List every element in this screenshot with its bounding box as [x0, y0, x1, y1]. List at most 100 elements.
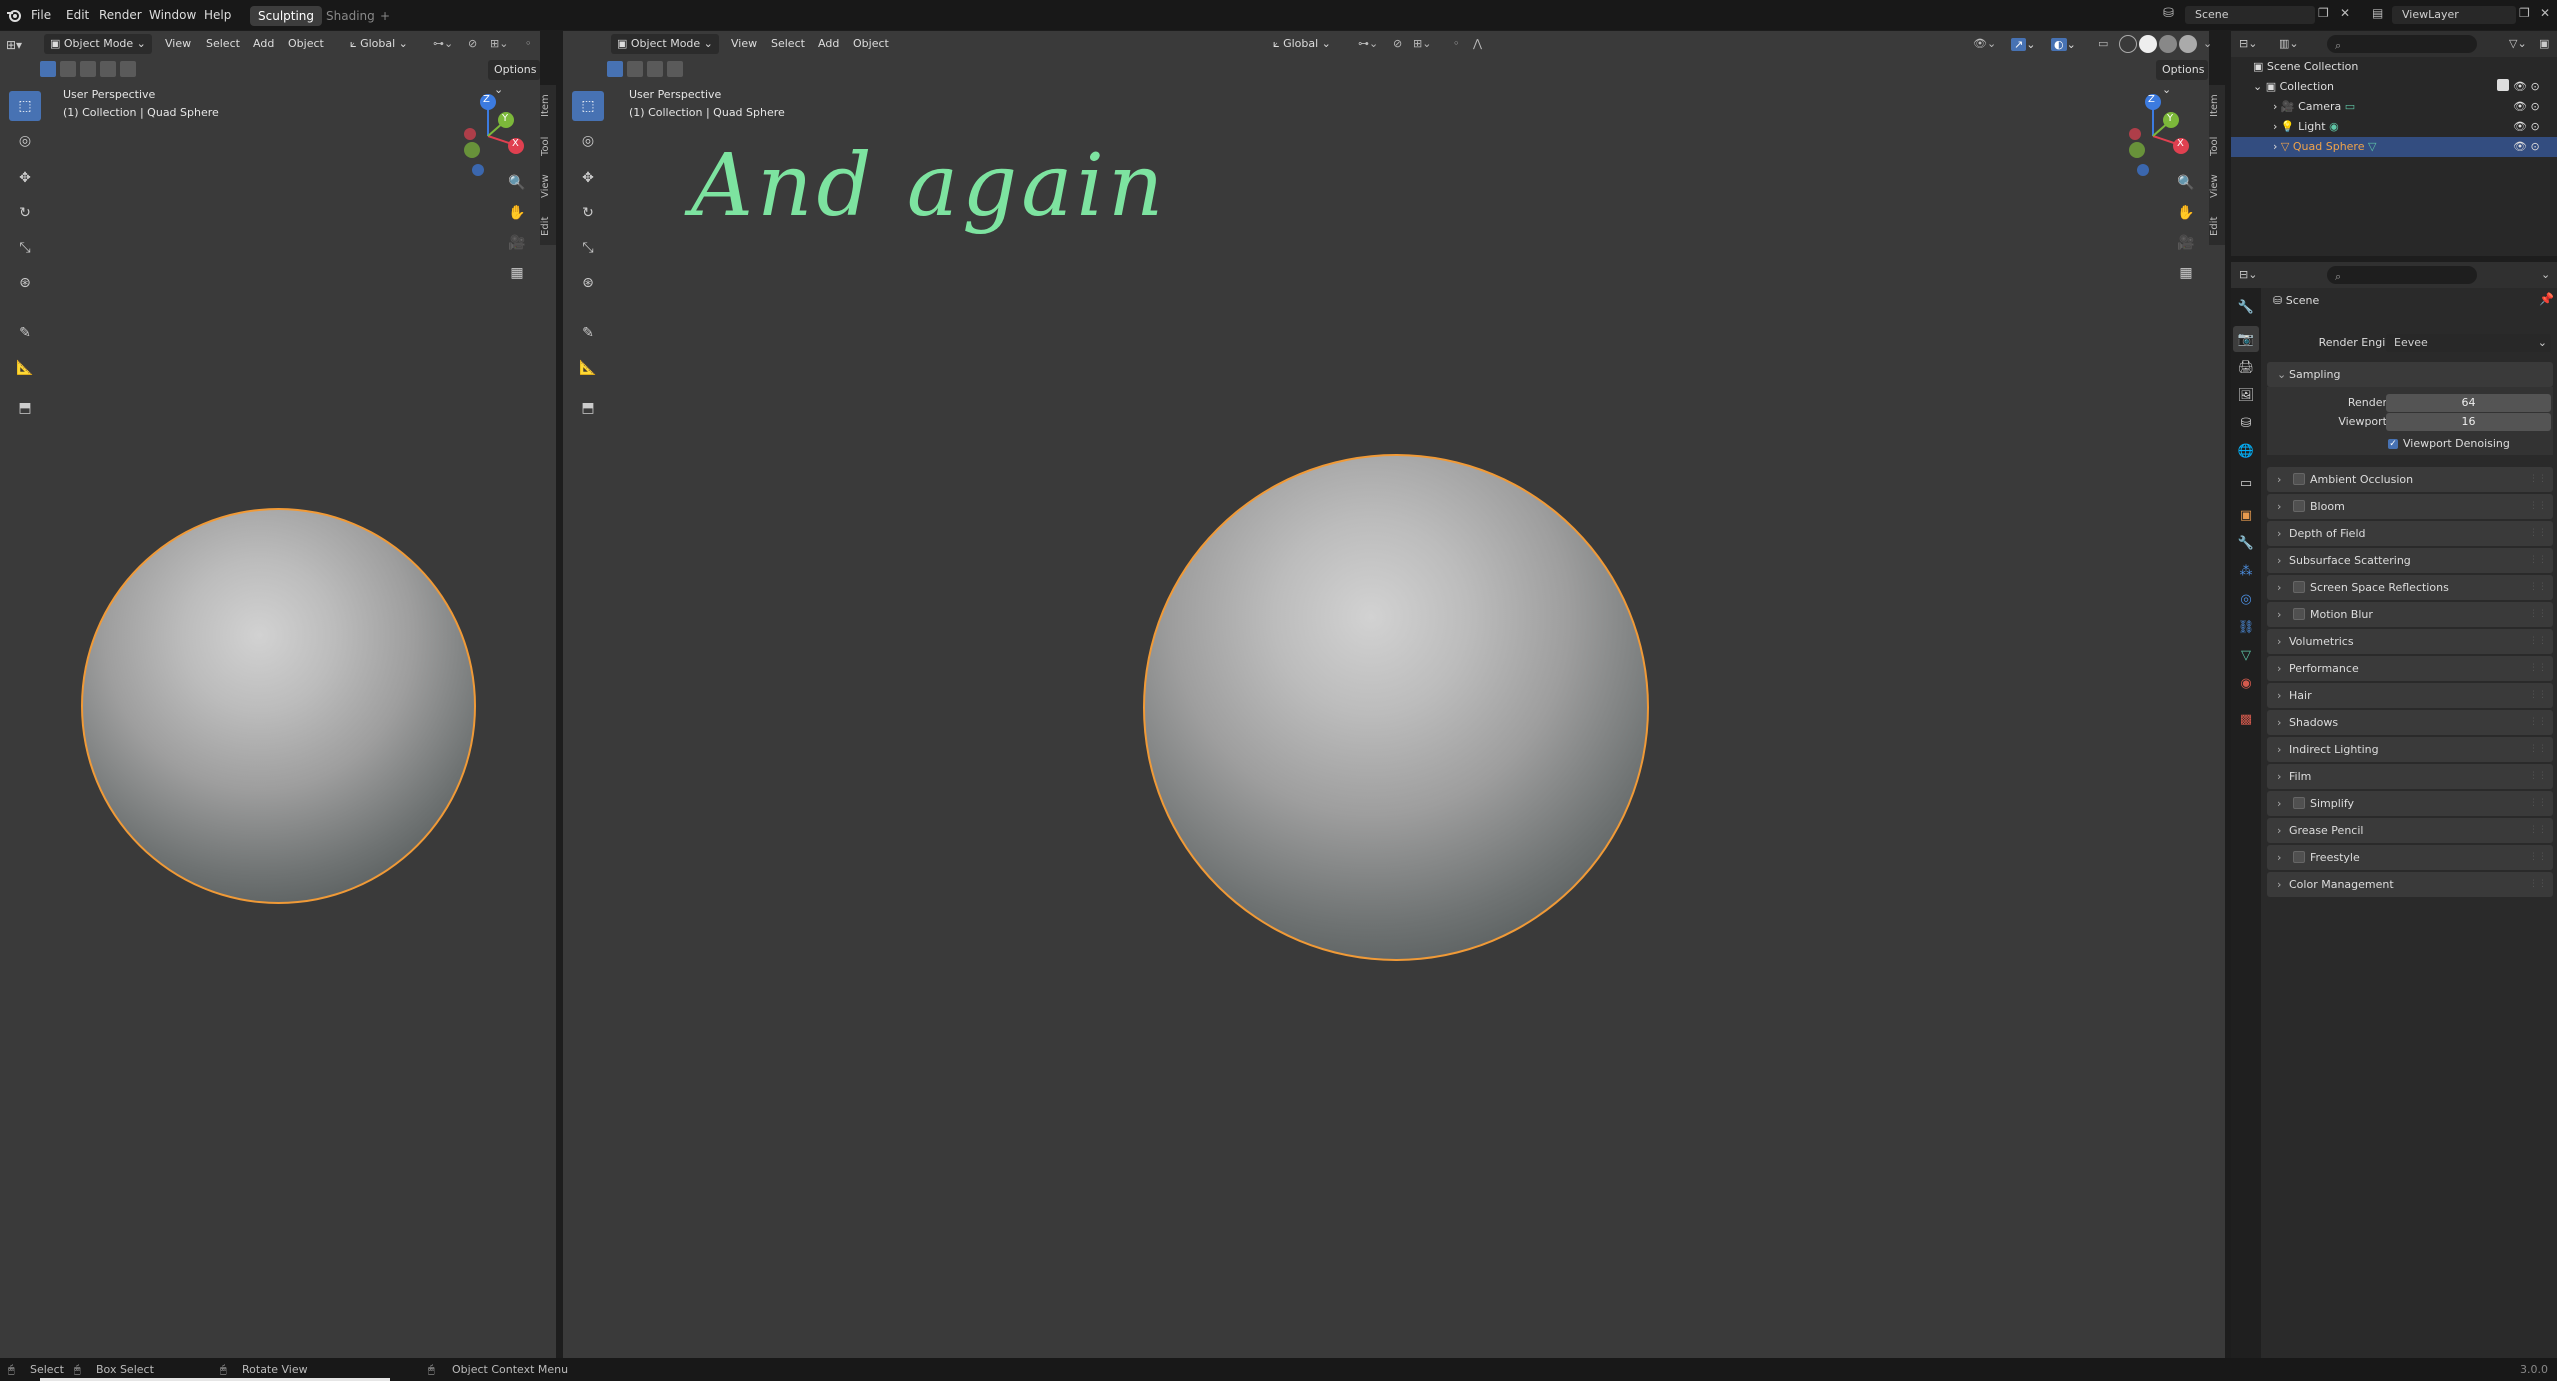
drag-handle-icon[interactable]: ⋮⋮: [2529, 818, 2547, 843]
section-simplify[interactable]: › Simplify ⋮⋮: [2267, 791, 2553, 816]
select-invert-icon[interactable]: [100, 61, 116, 77]
object-tab-icon[interactable]: ▣: [2233, 502, 2259, 528]
view-layer-tab-icon[interactable]: 🖼: [2233, 382, 2259, 408]
tab-item[interactable]: Item: [540, 85, 556, 127]
drag-handle-icon[interactable]: ⋮⋮: [2529, 575, 2547, 600]
drag-handle-icon[interactable]: ⋮⋮: [2529, 845, 2547, 870]
quad-sphere-visibility-icons[interactable]: 👁 ⊙: [2513, 137, 2540, 157]
viewlayer-close-icon[interactable]: ✕: [2540, 6, 2556, 24]
menu-object[interactable]: Object: [288, 33, 324, 55]
measure-icon[interactable]: 📐: [9, 353, 41, 383]
light-visibility-icons[interactable]: 👁 ⊙: [2513, 117, 2540, 137]
drag-handle-icon[interactable]: ⋮⋮: [2529, 467, 2547, 492]
select-subtract-icon[interactable]: [647, 61, 663, 77]
section-sampling[interactable]: ⌄ Sampling: [2267, 362, 2553, 387]
snap-target-icon[interactable]: ⊞⌄: [1413, 33, 1431, 55]
outliner-item-quad-sphere[interactable]: › ▽ Quad Sphere ▽: [2273, 137, 2553, 157]
right-3d-viewport[interactable]: ▣ Object Mode ⌄ View Select Add Object ⟀…: [563, 31, 2212, 1358]
particles-tab-icon[interactable]: ⁂: [2233, 558, 2259, 584]
material-tab-icon[interactable]: ◉: [2233, 670, 2259, 696]
camera-view-icon[interactable]: 🎥: [506, 232, 528, 254]
drag-handle-icon[interactable]: ⋮⋮: [2529, 521, 2547, 546]
select-new-icon[interactable]: [607, 61, 623, 77]
properties-search-input[interactable]: ⌕: [2327, 266, 2477, 284]
mode-dropdown[interactable]: ▣ Object Mode ⌄: [611, 34, 719, 54]
section-subsurface-scattering[interactable]: › Subsurface Scattering ⋮⋮: [2267, 548, 2553, 573]
solid-shading-icon[interactable]: [2139, 35, 2157, 53]
section-enable-checkbox[interactable]: [2293, 608, 2305, 620]
gizmo-toggle-icon[interactable]: ↗ ⌄: [2011, 34, 2051, 54]
snap-icon[interactable]: ⊘: [468, 33, 477, 55]
viewport-samples-field[interactable]: 16: [2386, 413, 2551, 431]
zoom-icon[interactable]: 🔍: [506, 172, 528, 194]
new-collection-icon[interactable]: ▣: [2539, 33, 2549, 55]
move-icon[interactable]: ✥: [9, 163, 41, 193]
tab-view[interactable]: View: [2209, 165, 2225, 207]
drag-handle-icon[interactable]: ⋮⋮: [2529, 494, 2547, 519]
section-enable-checkbox[interactable]: [2293, 851, 2305, 863]
tab-tool[interactable]: Tool: [540, 125, 556, 167]
cursor-icon[interactable]: ◎: [572, 126, 604, 156]
section-depth-of-field[interactable]: › Depth of Field ⋮⋮: [2267, 521, 2553, 546]
menu-edit[interactable]: Edit: [66, 0, 89, 30]
data-tab-icon[interactable]: ▽: [2233, 642, 2259, 668]
menu-view[interactable]: View: [731, 33, 757, 55]
quad-sphere-right[interactable]: [1143, 454, 1649, 961]
viewlayer-copy-icon[interactable]: ❐: [2519, 6, 2537, 24]
xray-icon[interactable]: ▭: [2098, 33, 2108, 55]
menu-file[interactable]: File: [31, 0, 51, 30]
tool-tab-icon[interactable]: 🔧: [2233, 294, 2259, 320]
world-tab-icon[interactable]: 🌐: [2233, 438, 2259, 464]
pan-hand-icon[interactable]: ✋: [2175, 202, 2197, 224]
outliner-editor-icon[interactable]: ⊟⌄: [2239, 33, 2257, 55]
section-performance[interactable]: › Performance ⋮⋮: [2267, 656, 2553, 681]
drag-handle-icon[interactable]: ⋮⋮: [2529, 737, 2547, 762]
section-screen-space-reflections[interactable]: › Screen Space Reflections ⋮⋮: [2267, 575, 2553, 600]
annotate-icon[interactable]: ✎: [572, 318, 604, 348]
snap-target-icon[interactable]: ⊞⌄: [490, 33, 508, 55]
add-cube-icon[interactable]: ⬒: [9, 393, 41, 423]
rotate-icon[interactable]: ↻: [572, 198, 604, 228]
collection-tab-icon[interactable]: ▭: [2233, 470, 2259, 496]
section-freestyle[interactable]: › Freestyle ⋮⋮: [2267, 845, 2553, 870]
scale-icon[interactable]: ⤡: [9, 233, 41, 263]
editor-type-icon[interactable]: ⊞▾: [6, 34, 32, 54]
left-3d-viewport[interactable]: ⊞▾ ▣ Object Mode ⌄ View Select Add Objec…: [0, 31, 540, 1358]
proportional-edit-icon[interactable]: ◦: [525, 33, 532, 55]
select-extend-icon[interactable]: [60, 61, 76, 77]
render-samples-field[interactable]: 64: [2386, 394, 2551, 412]
tab-sculpting[interactable]: Sculpting: [250, 6, 323, 26]
tab-view[interactable]: View: [540, 165, 556, 207]
menu-select[interactable]: Select: [771, 33, 805, 55]
section-volumetrics[interactable]: › Volumetrics ⋮⋮: [2267, 629, 2553, 654]
drag-handle-icon[interactable]: ⋮⋮: [2529, 629, 2547, 654]
menu-window[interactable]: Window: [149, 0, 196, 30]
scene-selector[interactable]: Scene: [2185, 6, 2315, 24]
zoom-icon[interactable]: 🔍: [2175, 172, 2197, 194]
drag-handle-icon[interactable]: ⋮⋮: [2529, 602, 2547, 627]
viewport-denoising-checkbox[interactable]: ✓ Viewport Denoising: [2388, 436, 2510, 452]
outliner-row-light[interactable]: › 💡 Light ◉: [2273, 117, 2553, 137]
menu-object[interactable]: Object: [853, 33, 889, 55]
section-shadows[interactable]: › Shadows ⋮⋮: [2267, 710, 2553, 735]
scene-close-icon[interactable]: ✕: [2340, 6, 2358, 24]
scene-tab-icon[interactable]: ⛁: [2233, 410, 2259, 436]
section-color-management[interactable]: › Color Management ⋮⋮: [2267, 872, 2553, 897]
proportional-edit-icon[interactable]: ◦: [1453, 33, 1460, 55]
drag-handle-icon[interactable]: ⋮⋮: [2529, 548, 2547, 573]
transform-orientation-dropdown[interactable]: ⟀ Global ⌄: [1273, 33, 1331, 55]
section-bloom[interactable]: › Bloom ⋮⋮: [2267, 494, 2553, 519]
rendered-shading-icon[interactable]: [2179, 35, 2197, 53]
outliner-row-camera[interactable]: › 🎥 Camera ▭: [2273, 97, 2553, 117]
select-intersect-icon[interactable]: [120, 61, 136, 77]
material-shading-icon[interactable]: [2159, 35, 2177, 53]
wireframe-shading-icon[interactable]: [2119, 35, 2137, 53]
camera-view-icon[interactable]: 🎥: [2175, 232, 2197, 254]
display-mode-icon[interactable]: ▥⌄: [2279, 33, 2299, 55]
select-new-icon[interactable]: [40, 61, 56, 77]
outliner-row-scene-collection[interactable]: ▣ Scene Collection: [2253, 57, 2553, 77]
visibility-icon[interactable]: 👁⌄: [1973, 33, 1996, 55]
pin-icon[interactable]: 📌: [2539, 292, 2554, 306]
select-box-icon[interactable]: ⬚: [9, 91, 41, 121]
section-ambient-occlusion[interactable]: › Ambient Occlusion ⋮⋮: [2267, 467, 2553, 492]
